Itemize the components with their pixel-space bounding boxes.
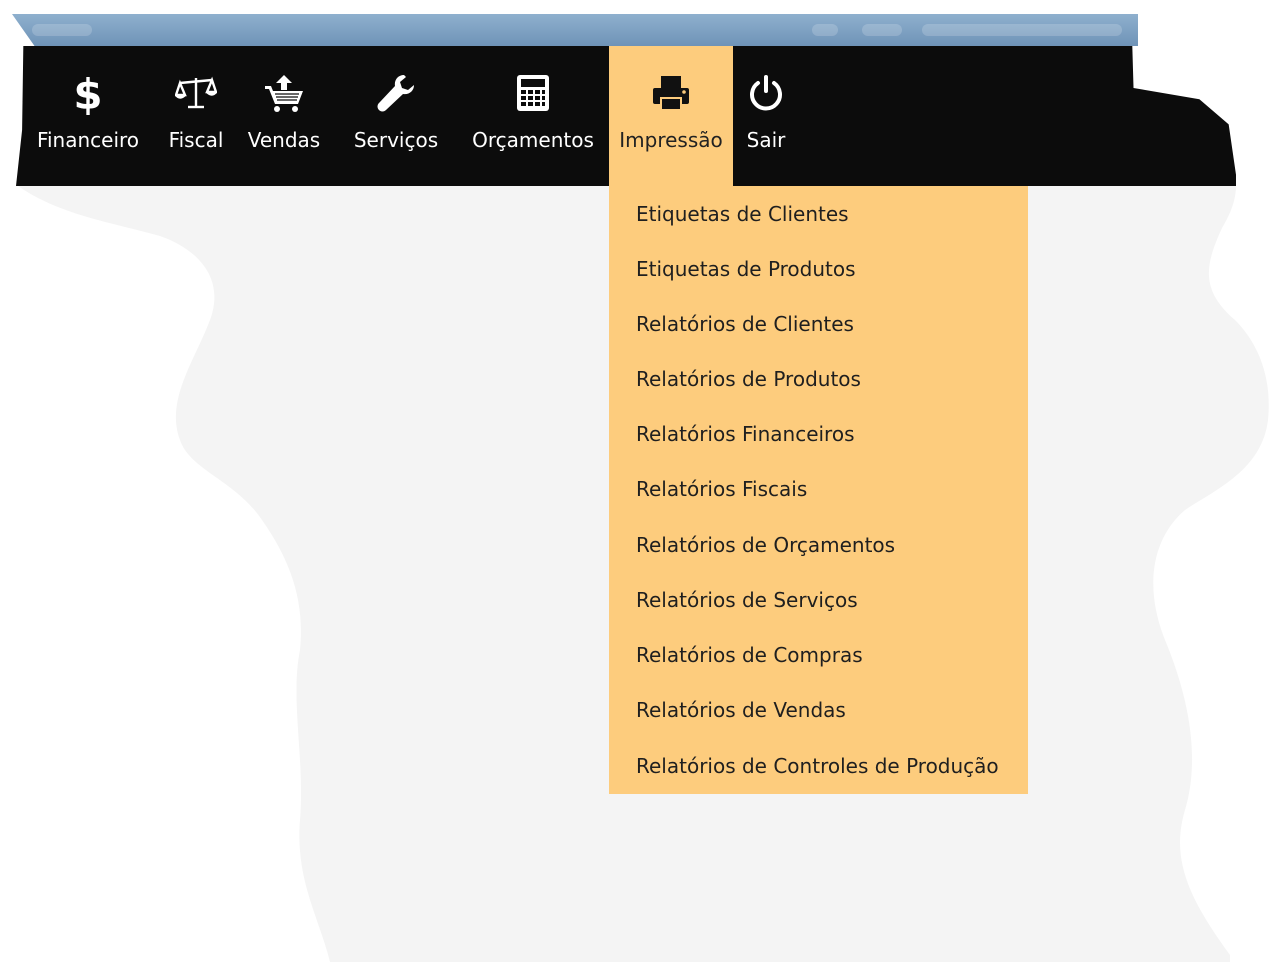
dropdown-item-relatorios-clientes[interactable]: Relatórios de Clientes — [636, 312, 854, 336]
dropdown-item-relatorios-financeiros[interactable]: Relatórios Financeiros — [636, 422, 855, 446]
wrench-icon — [376, 70, 416, 116]
printer-icon — [651, 70, 691, 116]
shopping-basket-icon — [263, 70, 305, 116]
title-bar-blur — [812, 24, 838, 36]
dollar-icon: $ — [73, 70, 103, 116]
dropdown-item-etiquetas-produtos[interactable]: Etiquetas de Produtos — [636, 257, 856, 281]
menu-item-label: Vendas — [247, 128, 321, 152]
menu-item-label: Financeiro — [36, 128, 140, 152]
menu-item-servicos[interactable]: Serviços — [346, 46, 446, 186]
dropdown-item-relatorios-servicos[interactable]: Relatórios de Serviços — [636, 588, 858, 612]
menu-item-financeiro[interactable]: $ Financeiro — [30, 46, 146, 186]
menu-item-label: Serviços — [353, 128, 439, 152]
title-bar-blur — [862, 24, 902, 36]
dropdown-item-relatorios-produtos[interactable]: Relatórios de Produtos — [636, 367, 861, 391]
menu-item-label: Orçamentos — [472, 128, 594, 152]
menu-item-label: Fiscal — [168, 128, 224, 152]
title-bar-blur — [922, 24, 1122, 36]
dropdown-item-relatorios-fiscais[interactable]: Relatórios Fiscais — [636, 477, 807, 501]
dropdown-item-relatorios-orcamentos[interactable]: Relatórios de Orçamentos — [636, 533, 895, 557]
calculator-icon — [516, 70, 550, 116]
impressao-dropdown-menu: Etiquetas de Clientes Etiquetas de Produ… — [609, 186, 1028, 794]
menu-item-fiscal[interactable]: Fiscal — [160, 46, 232, 186]
menu-item-sair[interactable]: Sair — [740, 46, 792, 186]
window-title-bar — [12, 14, 1138, 46]
balance-scale-icon — [175, 70, 217, 116]
title-bar-blur — [32, 24, 92, 36]
app-window: $ Financeiro Fiscal Vendas Serviços Orça… — [0, 0, 1269, 962]
dropdown-item-relatorios-controles-producao[interactable]: Relatórios de Controles de Produção — [636, 754, 999, 778]
dropdown-item-relatorios-compras[interactable]: Relatórios de Compras — [636, 643, 863, 667]
svg-text:$: $ — [73, 71, 102, 115]
power-icon — [747, 70, 785, 116]
menu-item-label: Impressão — [619, 128, 723, 152]
dropdown-item-etiquetas-clientes[interactable]: Etiquetas de Clientes — [636, 202, 849, 226]
menu-item-label: Sair — [746, 128, 786, 152]
menu-item-orcamentos[interactable]: Orçamentos — [465, 46, 601, 186]
dropdown-item-relatorios-vendas[interactable]: Relatórios de Vendas — [636, 698, 846, 722]
menu-item-vendas[interactable]: Vendas — [244, 46, 324, 186]
menu-item-impressao[interactable]: Impressão — [609, 46, 733, 186]
